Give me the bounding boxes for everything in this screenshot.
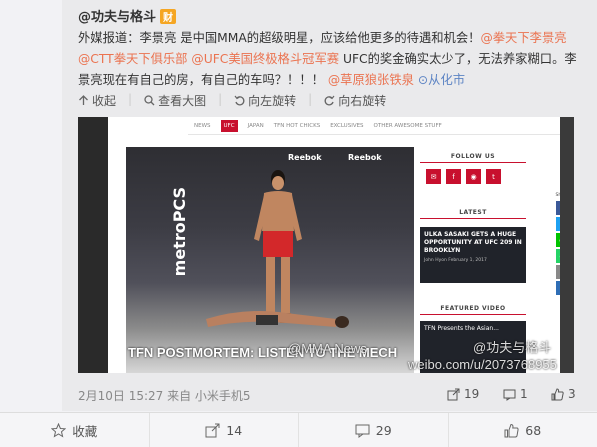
mention-link[interactable]: @CTT拳天下俱乐部: [78, 52, 187, 66]
magnifier-icon: [144, 95, 155, 106]
thumbs-up-icon: [551, 387, 564, 400]
watermark-url: weibo.com/u/2073768955: [408, 357, 557, 372]
favorite-label: 收藏: [72, 423, 98, 439]
repost-count: 14: [226, 422, 243, 438]
mention-link[interactable]: @拳天下李景亮: [480, 31, 566, 45]
action-bar: 收藏 14 29 68: [0, 412, 597, 447]
nav-item: EXCLUSIVES: [330, 122, 364, 129]
view-large-button[interactable]: 查看大图: [144, 92, 206, 109]
collapse-button[interactable]: 收起: [78, 92, 116, 109]
comment-button[interactable]: 29: [299, 413, 449, 447]
latest-title: LATEST: [459, 209, 487, 216]
hero-photo: Reebok Reebok metroPCS: [126, 147, 414, 373]
comment-icon: [503, 389, 516, 401]
post-timestamp[interactable]: 2月10日 15:27 来自 小米手机5: [78, 387, 251, 404]
facebook-icon: f: [446, 169, 461, 184]
nav-item: TFN HOT CHICKS: [273, 122, 321, 129]
repost-button[interactable]: 14: [150, 413, 299, 447]
view-large-label: 查看大图: [158, 94, 207, 108]
mention-link[interactable]: @草原狼张铁泉: [328, 73, 414, 87]
watermark-author: @功夫与格斗: [473, 340, 552, 355]
image-left-edge: [78, 117, 108, 373]
nav-item: JAPAN: [247, 122, 264, 129]
like-button[interactable]: 68: [449, 413, 597, 447]
repost-count: 19: [464, 387, 480, 401]
sponsor-logo: Reebok: [288, 153, 322, 162]
image-right-edge: [560, 117, 574, 373]
star-icon: [51, 422, 67, 438]
rotate-left-icon: [234, 95, 245, 106]
nav-item: OTHER AWESOME STUFF: [373, 122, 442, 129]
comment-stat[interactable]: 1: [503, 387, 528, 401]
post-image[interactable]: NEWS UFC JAPAN TFN HOT CHICKS EXCLUSIVES…: [78, 117, 574, 373]
like-stat[interactable]: 3: [551, 387, 576, 401]
latest-headline: ULKA SASAKI GETS A HUGE OPPORTUNITY AT U…: [424, 231, 522, 254]
sponsor-logo: Reebok: [348, 153, 382, 162]
rotate-left-button[interactable]: 向左旋转: [234, 92, 296, 109]
mention-link[interactable]: @UFC美国终极格斗冠军赛: [191, 52, 339, 66]
divider: |: [128, 92, 133, 106]
collapse-label: 收起: [92, 94, 117, 108]
comment-icon: [355, 424, 370, 438]
repost-icon: [205, 423, 220, 437]
latest-meta: John Hyon February 1, 2017: [424, 258, 487, 263]
divider: |: [308, 92, 313, 106]
comment-count: 29: [375, 422, 392, 438]
featured-title: FEATURED VIDEO: [440, 305, 506, 312]
post-author[interactable]: @功夫与格斗财: [78, 6, 177, 25]
image-actions: 收起 | 查看大图 | 向左旋转 | 向右旋转: [78, 92, 386, 109]
fallen-fighter-figure: [206, 311, 349, 328]
location-link[interactable]: ⊙从化市: [418, 73, 465, 87]
repost-icon: [447, 388, 460, 400]
rss-icon: ◉: [466, 169, 481, 184]
like-count: 68: [525, 422, 542, 438]
verified-badge: 财: [160, 9, 177, 24]
featured-text: TFN Presents the Asian...: [424, 325, 499, 332]
email-icon: ✉: [426, 169, 441, 184]
twitter-icon: t: [486, 169, 501, 184]
divider: |: [218, 92, 223, 106]
rotate-right-button[interactable]: 向右旋转: [324, 92, 386, 109]
post-text: 外媒报道：李景亮 是中国MMA的超级明星，应该给他更多的待遇和机会！@拳天下李景…: [78, 28, 584, 91]
repost-stat[interactable]: 19: [447, 387, 479, 401]
site-nav: NEWS UFC JAPAN TFN HOT CHICKS EXCLUSIVES…: [188, 117, 574, 135]
sponsor-side-logo: metroPCS: [170, 187, 189, 277]
like-count: 3: [568, 387, 576, 401]
nav-item-active: UFC: [220, 119, 238, 132]
divider: [420, 162, 526, 163]
rotate-left-label: 向左旋转: [248, 94, 297, 108]
rotate-right-label: 向右旋转: [338, 94, 387, 108]
nav-item: NEWS: [194, 122, 211, 129]
favorite-button[interactable]: 收藏: [0, 413, 150, 447]
post-text-segment: 外媒报道：李景亮 是中国MMA的超级明星，应该给他更多的待遇和机会！: [78, 31, 481, 45]
rotate-right-icon: [324, 95, 335, 106]
divider: [420, 218, 526, 219]
author-name[interactable]: @功夫与格斗: [78, 10, 156, 25]
comment-count: 1: [520, 387, 528, 401]
article-headline: TFN POSTMORTEM: LISTEN TO THE MECH: [128, 345, 398, 360]
thumbs-up-icon: [504, 423, 519, 437]
latest-thumbnail: ULKA SASAKI GETS A HUGE OPPORTUNITY AT U…: [420, 227, 526, 283]
social-icons: ✉ f ◉ t: [426, 169, 501, 184]
arrow-up-icon: [79, 95, 88, 105]
divider: [420, 314, 526, 315]
watermark-source: @MMA News: [288, 341, 367, 356]
follow-title: FOLLOW US: [450, 153, 496, 160]
